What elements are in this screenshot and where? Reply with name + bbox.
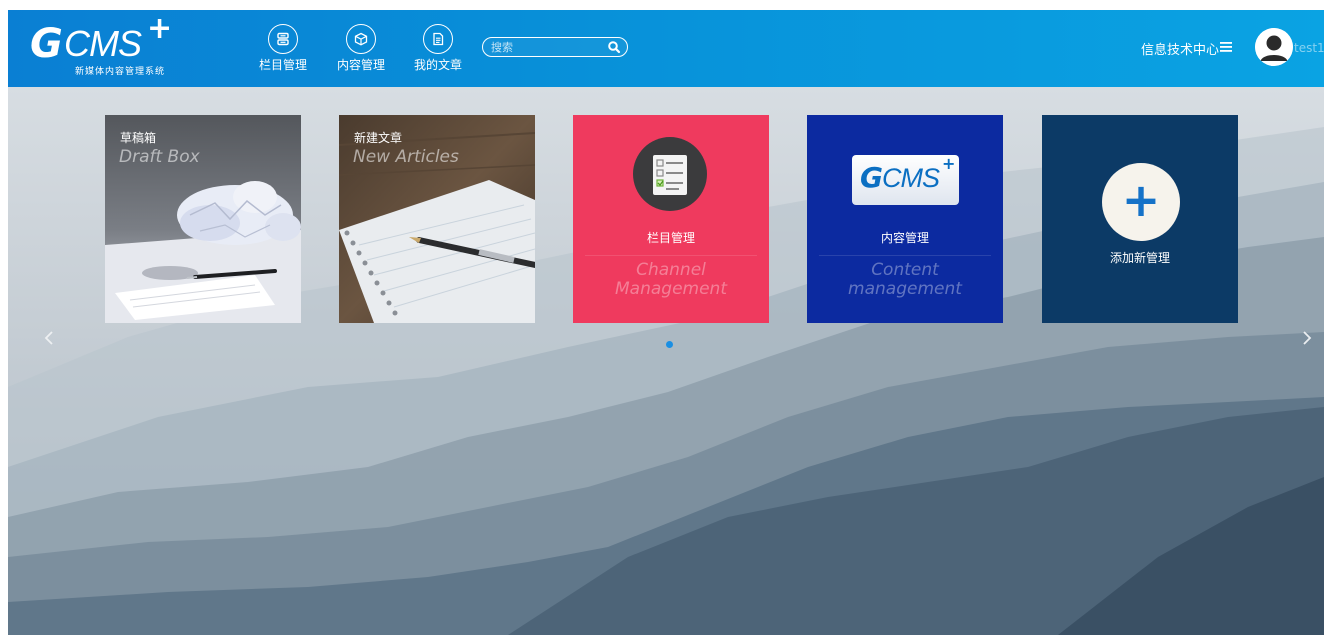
tile-channel-management[interactable]: 栏目管理 Channel Management [573, 115, 769, 323]
carousel-prev-icon[interactable] [40, 326, 58, 350]
logo[interactable]: G CMS + 新媒体内容管理系统 [30, 14, 180, 78]
carousel-next-icon[interactable] [1298, 326, 1316, 350]
search-box [482, 37, 628, 57]
search-input[interactable] [491, 39, 601, 55]
tile-add-new-management[interactable]: + 添加新管理 [1042, 115, 1238, 323]
org-name[interactable]: 信息技术中心 [1141, 39, 1219, 58]
menu-icon[interactable] [1220, 42, 1232, 52]
document-icon [423, 24, 453, 54]
user-icon [1255, 28, 1293, 66]
nav-label: 内容管理 [336, 58, 385, 72]
tile-en-line1: Content [871, 260, 939, 280]
plus-icon: + [1121, 173, 1161, 227]
app-frame: G CMS + 新媒体内容管理系统 栏目管理 内容管理 我的文章 搜索 信息技术… [8, 10, 1324, 635]
channel-icon [268, 24, 298, 54]
tile-label: 栏目管理 [646, 231, 695, 245]
nav-label: 栏目管理 [258, 58, 307, 72]
carousel-indicator-dot[interactable] [666, 341, 673, 348]
logo-plus: + [147, 11, 173, 46]
box-icon [346, 24, 376, 54]
cms-badge: G CMS + [852, 155, 959, 205]
hero-background: 草稿箱 Draft Box 新建文章 New Articles 栏目管理 Cha… [8, 87, 1324, 635]
tile-label: 添加新管理 [1109, 251, 1170, 265]
tile-content-management[interactable]: G CMS + 内容管理 Content management [807, 115, 1003, 323]
tile-title: 草稿箱 [120, 131, 157, 145]
logo-text: CMS [64, 23, 142, 64]
logo-mark: G [30, 21, 63, 67]
checklist-icon [633, 137, 707, 211]
top-bar: G CMS + 新媒体内容管理系统 栏目管理 内容管理 我的文章 搜索 信息技术… [8, 10, 1324, 87]
search-icon[interactable] [607, 40, 621, 54]
cms-badge-mark: G [860, 161, 883, 194]
tile-label: 内容管理 [880, 231, 929, 245]
nav-my-articles[interactable]: 我的文章 [408, 24, 468, 73]
tile-divider [585, 255, 757, 256]
cms-badge-text: CMS [882, 163, 940, 193]
tile-en-line2: management [848, 279, 962, 299]
tile-draft-box[interactable]: 草稿箱 Draft Box [105, 115, 301, 323]
tile-subtitle: Draft Box [119, 147, 200, 167]
cms-badge-plus: + [942, 154, 956, 173]
tile-en-line2: Management [615, 279, 727, 299]
tile-divider [819, 255, 991, 256]
tile-title: 新建文章 [354, 131, 403, 145]
nav-content-management[interactable]: 内容管理 [331, 24, 391, 73]
nav-label: 我的文章 [413, 58, 462, 72]
tile-en-line1: Channel [636, 260, 706, 280]
add-circle: + [1102, 163, 1180, 241]
nav-channel-management[interactable]: 栏目管理 [253, 24, 313, 73]
logo-subtitle: 新媒体内容管理系统 [75, 67, 166, 77]
username[interactable]: test1 [1294, 41, 1324, 55]
tile-subtitle: New Articles [353, 147, 459, 167]
tile-new-articles[interactable]: 新建文章 New Articles [339, 115, 535, 323]
avatar[interactable] [1255, 28, 1293, 66]
